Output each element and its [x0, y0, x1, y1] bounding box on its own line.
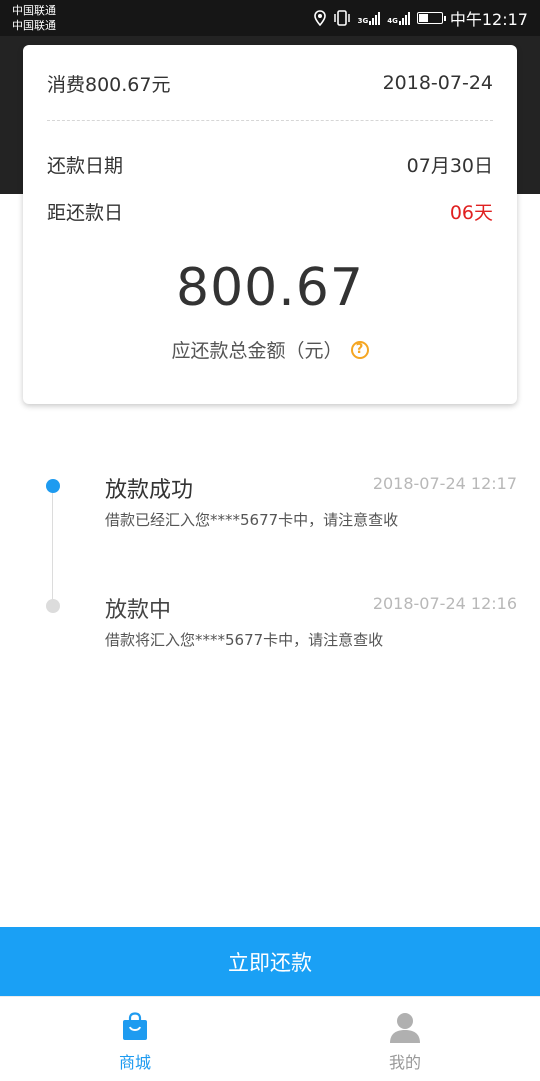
- question-circle-icon[interactable]: ?: [350, 340, 369, 359]
- repay-date-row: 还款日期 07月30日: [47, 149, 493, 179]
- days-left-value: 06天: [449, 201, 493, 224]
- shopping-bag-icon: [123, 1012, 147, 1040]
- clock: 中午12:17: [449, 10, 528, 29]
- status-icons: 3G 4G 中午12:17: [313, 0, 528, 36]
- total-amount-label: 应还款总金额（元）: [171, 340, 343, 362]
- timeline-dot-active: [46, 479, 60, 493]
- total-amount-label-row: 应还款总金额（元） ?: [23, 336, 517, 363]
- nav-label: 我的: [388, 1053, 421, 1072]
- carrier-2: 中国联通: [12, 19, 56, 32]
- status-bar: 中国联通 中国联通 3G 4G 中午12:17: [0, 0, 540, 36]
- consume-row: 消费800.67元 2018-07-24: [47, 68, 493, 98]
- network-type-2: 4G: [387, 16, 398, 25]
- signal-4g: 4G: [387, 11, 410, 25]
- signal-3g: 3G: [357, 11, 381, 25]
- divider: [47, 120, 493, 121]
- user-icon: [390, 1013, 420, 1043]
- repay-now-button[interactable]: 立即还款: [0, 927, 540, 996]
- nav-label: 商城: [118, 1053, 151, 1072]
- bill-card: 消费800.67元 2018-07-24 还款日期 07月30日 距还款日 06…: [23, 45, 517, 404]
- timeline-title: 放款中: [105, 598, 172, 623]
- days-left-row: 距还款日 06天: [47, 196, 493, 226]
- nav-item-mine[interactable]: 我的: [270, 997, 540, 1081]
- repay-date-value: 07月30日: [406, 154, 493, 177]
- timeline-title: 放款成功: [105, 478, 194, 503]
- total-amount: 800.67: [176, 258, 364, 318]
- timeline-desc: 借款将汇入您****5677卡中，请注意查收: [105, 631, 384, 649]
- battery-icon: [416, 12, 446, 24]
- timeline-time: 2018-07-24 12:16: [372, 594, 517, 613]
- timeline-time: 2018-07-24 12:17: [372, 474, 517, 493]
- signal-bars-icon: [369, 11, 381, 25]
- timeline-line: [52, 486, 53, 606]
- nav-item-mall[interactable]: 商城: [0, 997, 270, 1081]
- consume-amount: 消费800.67元: [47, 73, 171, 96]
- carrier-info: 中国联通 中国联通: [12, 3, 56, 33]
- location-icon: [313, 10, 326, 26]
- consume-date: 2018-07-24: [382, 72, 493, 94]
- days-left-label: 距还款日: [47, 201, 124, 224]
- timeline-desc: 借款已经汇入您****5677卡中，请注意查收: [105, 511, 399, 529]
- timeline-dot-inactive: [46, 599, 60, 613]
- bottom-nav: 商城 我的: [0, 996, 540, 1081]
- carrier-1: 中国联通: [12, 4, 56, 17]
- vibrate-icon: [333, 10, 350, 26]
- signal-bars-icon: [398, 11, 410, 25]
- network-type-1: 3G: [357, 16, 369, 25]
- repay-date-label: 还款日期: [47, 154, 124, 177]
